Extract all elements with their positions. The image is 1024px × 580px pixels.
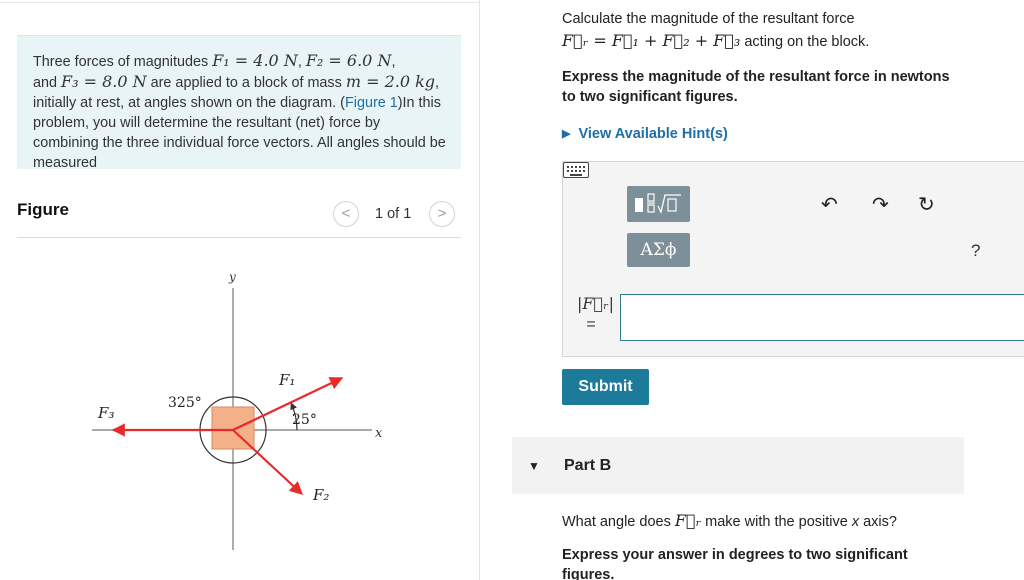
view-hints-link[interactable]: ▶ View Available Hint(s) — [562, 126, 728, 142]
caret-down-icon: ▼ — [528, 459, 540, 473]
reset-icon[interactable]: ↻ — [918, 192, 935, 217]
answer-pane: Calculate the magnitude of the resultant… — [481, 0, 1024, 580]
templates-button[interactable] — [627, 186, 690, 222]
figure-link[interactable]: Figure 1 — [345, 95, 398, 111]
templates-icon — [635, 193, 681, 214]
part-b-header[interactable]: ▼ Part B — [512, 437, 964, 494]
part-a-instruction: Express the magnitude of the resultant f… — [562, 69, 950, 105]
force-diagram: y x F₁ F₂ F₃ 325° 25° — [92, 270, 383, 550]
next-figure-button[interactable]: > — [429, 201, 455, 227]
f2-label: F₂ — [312, 486, 329, 504]
help-button[interactable]: ? — [971, 241, 980, 261]
problem-pane: Three forces of magnitudes F₁ = 4.0 N, F… — [0, 0, 480, 580]
angle-label-25: 25° — [292, 412, 317, 428]
part-a-question: Calculate the magnitude of the resultant… — [562, 11, 870, 50]
problem-statement: Three forces of magnitudes F₁ = 4.0 N, F… — [17, 35, 461, 169]
part-b-question: What angle does F⃗ᵣ make with the positi… — [562, 511, 897, 530]
answer-panel: ΑΣϕ ↶ ↷ ↻ ? |F⃗ᵣ| = — [562, 161, 1024, 357]
undo-icon[interactable]: ↶ — [821, 192, 838, 217]
keyboard-icon[interactable] — [563, 162, 589, 178]
force-vector-f2 — [232, 429, 303, 495]
caret-right-icon: ▶ — [562, 128, 571, 140]
redo-icon[interactable]: ↷ — [872, 192, 889, 217]
y-axis-label: y — [228, 270, 236, 284]
part-b-title: Part B — [564, 457, 612, 474]
problem-text: Three forces of magnitudes — [33, 54, 213, 70]
part-b-instruction: Express your answer in degrees to two si… — [562, 547, 908, 580]
previous-figure-button[interactable]: < — [333, 201, 359, 227]
angle-label-325: 325° — [168, 395, 202, 411]
answer-input[interactable] — [620, 294, 1024, 341]
force-f1-value: F₁ = 4.0 N — [212, 51, 298, 70]
submit-button[interactable]: Submit — [562, 369, 649, 405]
divider — [0, 2, 480, 3]
figure-page-indicator: 1 of 1 — [375, 206, 412, 222]
resultant-equation: F⃗ᵣ = F⃗₁ + F⃗₂ + F⃗₃ — [562, 31, 741, 50]
symbols-button[interactable]: ΑΣϕ — [627, 233, 690, 267]
force-f2-value: F₂ = 6.0 N — [305, 51, 392, 70]
answer-label: |F⃗ᵣ| = — [577, 294, 615, 333]
figure-header: Figure < 1 of 1 > — [17, 196, 461, 238]
f1-label: F₁ — [278, 371, 295, 389]
f3-label: F₃ — [97, 404, 114, 422]
figure-title: Figure — [17, 200, 69, 219]
x-axis-label: x — [375, 426, 383, 441]
mass-value: m = 2.0 kg — [345, 72, 436, 91]
force-f3-value: F₃ = 8.0 N — [61, 72, 147, 91]
